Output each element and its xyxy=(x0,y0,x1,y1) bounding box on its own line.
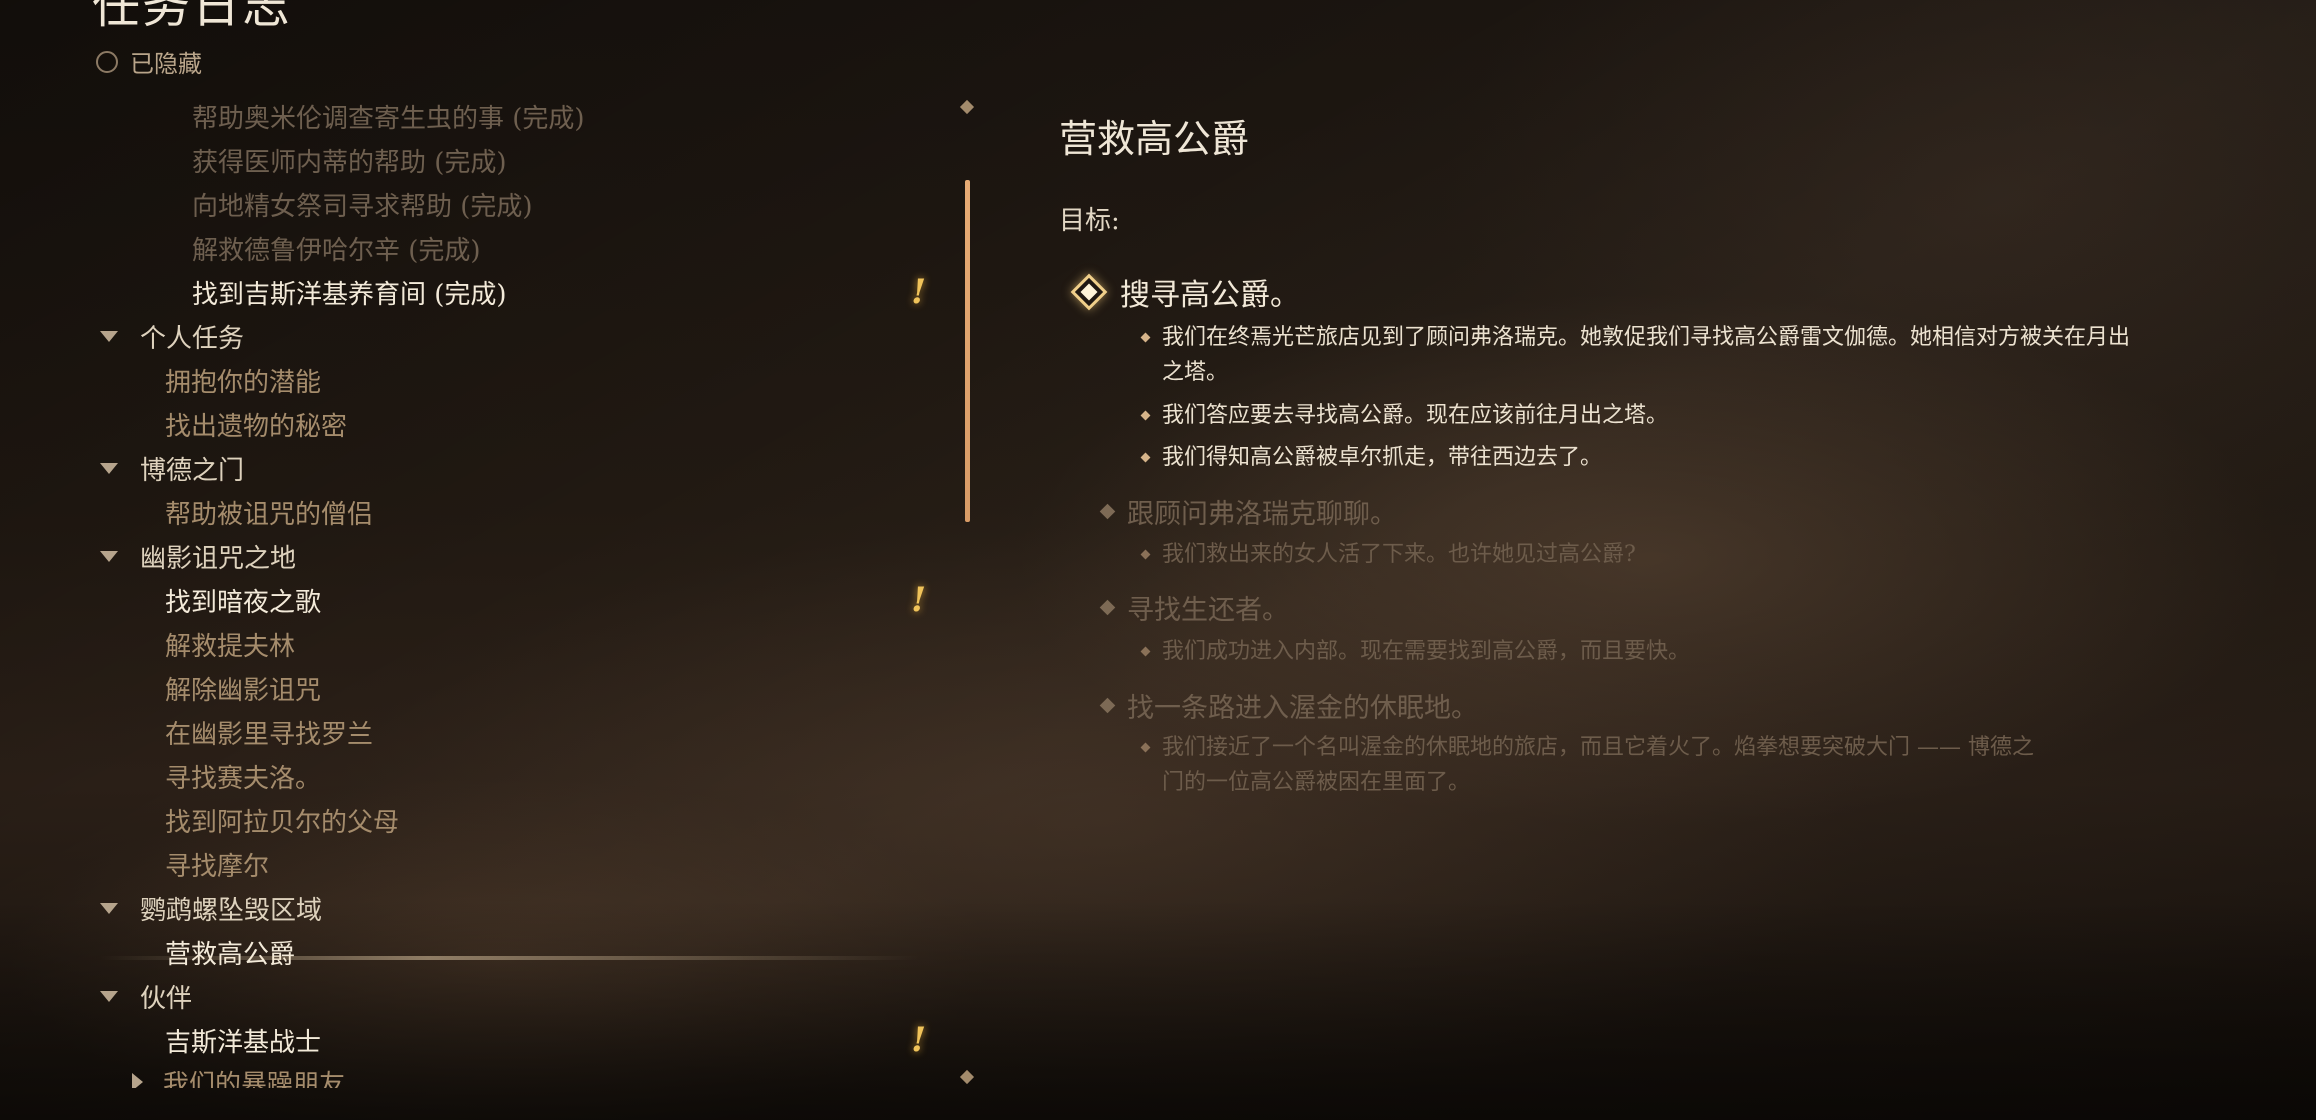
quest-item-label: 帮助被诅咒的僧侣 xyxy=(165,499,374,530)
quest-item[interactable]: 寻找赛夫洛。 xyxy=(0,754,960,798)
objective-entry: 我们答应要去寻找高公爵。现在应该前往月出之塔。 xyxy=(1162,398,2132,433)
category-label: 个人任务 xyxy=(140,323,245,354)
quest-item-label: 向地精女祭司寻求帮助 (完成) xyxy=(192,191,533,222)
quest-item-label: 帮助奥米伦调查寄生虫的事 (完成) xyxy=(192,103,585,134)
category-label: 鹦鹉螺坠毁区域 xyxy=(140,895,323,926)
quest-item-label: 寻找赛夫洛。 xyxy=(165,763,322,794)
quest-detail-title: 营救高公爵 xyxy=(1059,117,1250,161)
quest-item-collapsed[interactable]: 我们的暴躁朋友 xyxy=(0,1060,960,1088)
quest-item[interactable]: 找到暗夜之歌! xyxy=(0,578,960,622)
expand-down-icon xyxy=(100,330,118,342)
radio-circle-icon[interactable] xyxy=(96,50,118,73)
category-header-shadow-cursed-lands[interactable]: 幽影诅咒之地 xyxy=(0,534,960,578)
category-label: 幽影诅咒之地 xyxy=(140,543,297,574)
category-header-personal[interactable]: 个人任务 xyxy=(0,314,960,358)
quest-item-label: 我们的暴躁朋友 xyxy=(163,1069,346,1089)
quest-item[interactable]: 解救德鲁伊哈尔辛 (完成) xyxy=(0,226,960,270)
expand-down-icon xyxy=(100,902,118,914)
quest-item[interactable]: 帮助奥米伦调查寄生虫的事 (完成) xyxy=(0,94,960,138)
objective-past: 跟顾问弗洛瑞克聊聊。 xyxy=(1094,492,1397,531)
quest-item-selected[interactable]: 营救高公爵 xyxy=(0,930,960,974)
hidden-toggle-label: 已隐藏 xyxy=(130,50,202,78)
quest-item-label: 找出遗物的秘密 xyxy=(165,411,348,442)
quest-item-label: 找到阿拉贝尔的父母 xyxy=(165,807,400,838)
completed-objective-diamond-icon xyxy=(1099,697,1116,714)
quest-item[interactable]: 帮助被诅咒的僧侣 xyxy=(0,490,960,534)
category-header-nautiloid-crash[interactable]: 鹦鹉螺坠毁区域 xyxy=(0,886,960,930)
quest-item[interactable]: 解除幽影诅咒 xyxy=(0,666,960,710)
quest-item-label: 解除幽影诅咒 xyxy=(165,675,322,706)
quest-item-label: 寻找摩尔 xyxy=(165,851,270,882)
quest-item[interactable]: 找到阿拉贝尔的父母 xyxy=(0,798,960,842)
quest-item[interactable]: 找到吉斯洋基养育间 (完成)! xyxy=(0,270,960,314)
objective-past: 找一条路进入渥金的休眠地。 xyxy=(1094,686,1478,725)
objective-title: 找一条路进入渥金的休眠地。 xyxy=(1127,693,1478,724)
expand-down-icon xyxy=(100,990,118,1002)
active-objective-diamond-icon xyxy=(1070,273,1108,311)
quest-item-label: 营救高公爵 xyxy=(165,939,296,970)
category-header-companions[interactable]: 伙伴 xyxy=(0,974,960,1018)
scrollbar-thumb[interactable] xyxy=(965,180,970,522)
quest-item-label: 解救德鲁伊哈尔辛 (完成) xyxy=(192,235,481,266)
category-label: 博德之门 xyxy=(140,455,245,486)
exclamation-alert-icon: ! xyxy=(911,580,926,620)
objective-entry: 我们在终焉光芒旅店见到了顾问弗洛瑞克。她敦促我们寻找高公爵雷文伽德。她相信对方被… xyxy=(1162,320,2132,390)
objective-past: 寻找生还者。 xyxy=(1094,588,1289,627)
objective-current: 搜寻高公爵。 xyxy=(1064,270,1300,314)
category-label: 伙伴 xyxy=(140,983,193,1014)
objective-entry: 我们接近了一个名叫渥金的休眠地的旅店，而且它着火了。焰拳想要突破大门 —— 博德… xyxy=(1162,730,2042,800)
completed-objective-diamond-icon xyxy=(1099,503,1116,520)
quest-item[interactable]: 吉斯洋基战士! xyxy=(0,1018,960,1062)
page-title: 任务日志 xyxy=(92,0,293,34)
quest-item[interactable]: 向地精女祭司寻求帮助 (完成) xyxy=(0,182,960,226)
objective-title: 跟顾问弗洛瑞克聊聊。 xyxy=(1127,499,1397,530)
category-header-baldurs-gate[interactable]: 博德之门 xyxy=(0,446,960,490)
expand-down-icon xyxy=(100,550,118,562)
objective-title: 搜寻高公爵。 xyxy=(1120,278,1300,313)
quest-list: 帮助奥米伦调查寄生虫的事 (完成) 获得医师内蒂的帮助 (完成) 向地精女祭司寻… xyxy=(0,94,960,1088)
quest-item-label: 吉斯洋基战士 xyxy=(165,1027,322,1058)
quest-item-label: 获得医师内蒂的帮助 (完成) xyxy=(192,147,507,178)
exclamation-alert-icon: ! xyxy=(911,1020,926,1060)
expand-right-icon xyxy=(132,1073,143,1088)
quest-item[interactable]: 拥抱你的潜能 xyxy=(0,358,960,402)
quest-item-label: 找到暗夜之歌 xyxy=(165,587,322,618)
expand-down-icon xyxy=(100,462,118,474)
quest-item[interactable]: 寻找摩尔 xyxy=(0,842,960,886)
hidden-quests-toggle[interactable]: 已隐藏 xyxy=(96,44,202,79)
objective-title: 寻找生还者。 xyxy=(1127,595,1289,626)
quest-item-label: 在幽影里寻找罗兰 xyxy=(165,719,374,750)
completed-objective-diamond-icon xyxy=(1099,599,1116,616)
objectives-label: 目标: xyxy=(1059,206,1120,236)
quest-item[interactable]: 找出遗物的秘密 xyxy=(0,402,960,446)
quest-item[interactable]: 在幽影里寻找罗兰 xyxy=(0,710,960,754)
quest-item-label: 解救提夫林 xyxy=(165,631,296,662)
exclamation-alert-icon: ! xyxy=(911,272,926,312)
objective-entry: 我们成功进入内部。现在需要找到高公爵，而且要快。 xyxy=(1162,634,2132,669)
quest-item[interactable]: 解救提夫林 xyxy=(0,622,960,666)
quest-item[interactable]: 获得医师内蒂的帮助 (完成) xyxy=(0,138,960,182)
objective-entry: 我们救出来的女人活了下来。也许她见过高公爵? xyxy=(1162,537,2132,572)
selected-row-underline xyxy=(100,956,920,960)
objective-entry: 我们得知高公爵被卓尔抓走，带往西边去了。 xyxy=(1162,440,2132,475)
quest-item-label: 找到吉斯洋基养育间 (完成) xyxy=(192,279,507,310)
quest-item-label: 拥抱你的潜能 xyxy=(165,367,322,398)
